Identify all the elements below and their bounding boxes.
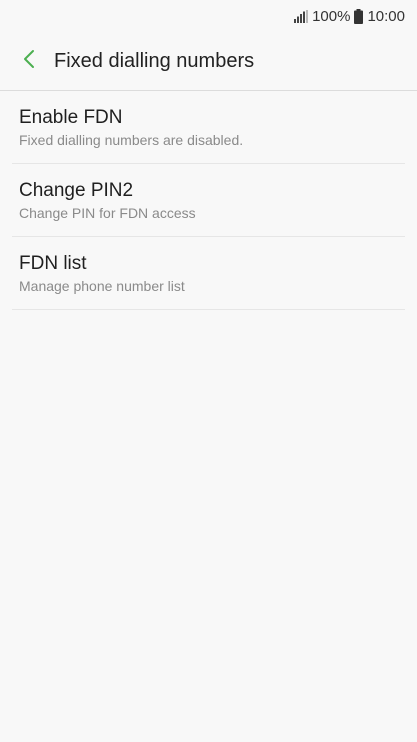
battery-icon — [354, 8, 364, 24]
status-time: 10:00 — [367, 7, 405, 25]
back-button[interactable] — [8, 40, 50, 82]
setting-fdn-list[interactable]: FDN list Manage phone number list — [12, 237, 405, 310]
setting-change-pin2[interactable]: Change PIN2 Change PIN for FDN access — [12, 164, 405, 237]
setting-title: FDN list — [19, 253, 87, 274]
setting-title: Change PIN2 — [19, 180, 134, 201]
setting-title: Enable FDN — [19, 107, 123, 128]
setting-subtitle: Manage phone number list — [19, 278, 185, 294]
battery-percent: 100% — [312, 7, 351, 25]
settings-list: Enable FDN Fixed dialling numbers are di… — [0, 91, 417, 310]
status-bar: 100% 10:00 — [0, 0, 417, 32]
setting-subtitle: Fixed dialling numbers are disabled. — [19, 132, 244, 148]
page-title: Fixed dialling numbers — [54, 49, 255, 72]
chevron-left-icon — [23, 49, 35, 74]
setting-subtitle: Change PIN for FDN access — [19, 205, 196, 221]
app-bar: Fixed dialling numbers — [0, 32, 417, 91]
signal-icon — [294, 9, 309, 23]
setting-enable-fdn[interactable]: Enable FDN Fixed dialling numbers are di… — [12, 91, 405, 164]
